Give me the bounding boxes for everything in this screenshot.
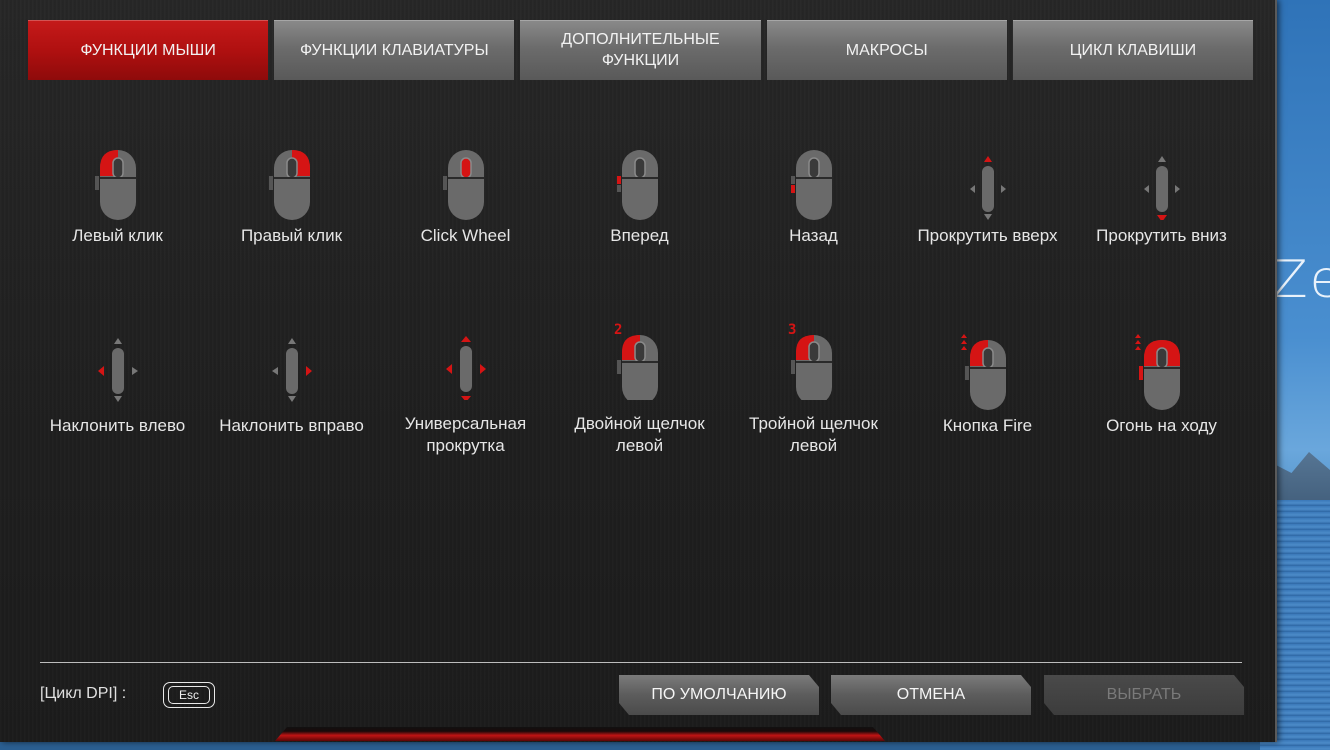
function-right-click[interactable]: Правый клик [204, 140, 379, 247]
footer-divider [40, 662, 1242, 663]
function-forward[interactable]: Вперед [552, 140, 727, 247]
function-label: Двойной щелчок левой [574, 414, 705, 455]
function-label: Левый клик [72, 226, 163, 245]
cancel-button[interactable]: ОТМЕНА [831, 675, 1031, 715]
mouse-function-dialog: ФУНКЦИИ МЫШИ ФУНКЦИИ КЛАВИАТУРЫ ДОПОЛНИТ… [0, 0, 1277, 742]
scroll-up-icon [969, 156, 1006, 220]
function-label: Click Wheel [420, 226, 511, 245]
tab-keyboard-functions[interactable]: ФУНКЦИИ КЛАВИАТУРЫ [274, 20, 515, 80]
tab-bar: ФУНКЦИИ МЫШИ ФУНКЦИИ КЛАВИАТУРЫ ДОПОЛНИТ… [28, 20, 1254, 80]
function-label: Наклонить влево [49, 416, 186, 435]
mouse-right-click-icon [268, 150, 310, 220]
mouse-function-grid: Левый клик Правый клик Click Wheel Впере… [30, 140, 1250, 500]
function-label: Кнопка Fire [942, 416, 1033, 435]
function-label: Огонь на ходу [1106, 416, 1217, 435]
function-scroll-up[interactable]: Прокрутить вверх [900, 140, 1075, 247]
function-label: Тройной щелчок левой [749, 414, 878, 455]
tab-key-cycle[interactable]: ЦИКЛ КЛАВИШИ [1012, 20, 1254, 80]
fire-button-icon [960, 334, 1006, 410]
mouse-forward-icon [616, 150, 658, 220]
tab-macros[interactable]: МАКРОСЫ [766, 20, 1007, 80]
select-button[interactable]: ВЫБРАТЬ [1044, 675, 1244, 715]
function-fire-on-move[interactable]: Огонь на ходу [1074, 330, 1249, 437]
function-left-click[interactable]: Левый клик [30, 140, 205, 247]
function-label: Наклонить вправо [219, 416, 364, 435]
tilt-left-icon [97, 338, 138, 402]
default-button[interactable]: ПО УМОЛЧАНИЮ [619, 675, 819, 715]
function-triple-click[interactable]: 3 Тройной щелчок левой [726, 320, 901, 457]
function-tilt-right[interactable]: Наклонить вправо [204, 330, 379, 437]
click-count-badge: 3 [788, 322, 796, 338]
function-scroll-down[interactable]: Прокрутить вниз [1074, 140, 1249, 247]
fire-on-move-icon [1134, 334, 1180, 410]
function-back[interactable]: Назад [726, 140, 901, 247]
dpi-cycle-label: [Цикл DPI] : [40, 685, 127, 702]
function-click-wheel[interactable]: Click Wheel [378, 140, 553, 247]
scroll-down-icon [1143, 156, 1180, 222]
dpi-cycle-key-binding[interactable]: Esc [163, 682, 215, 708]
mouse-wheel-click-icon [442, 150, 484, 220]
click-count-badge: 2 [614, 322, 622, 338]
function-label: Прокрутить вниз [1096, 226, 1227, 245]
mouse-left-click-icon [94, 150, 136, 220]
bottom-accent-bar [275, 727, 885, 741]
universal-scroll-icon [445, 336, 486, 402]
function-fire-button[interactable]: Кнопка Fire [900, 330, 1075, 437]
function-label: Правый клик [240, 226, 343, 245]
function-label: Универсальная прокрутка [404, 414, 527, 455]
double-click-icon: 2 [614, 322, 658, 405]
function-double-click[interactable]: 2 Двойной щелчок левой [552, 320, 727, 457]
tab-additional-functions[interactable]: ДОПОЛНИТЕЛЬНЫЕ ФУНКЦИИ [520, 20, 761, 80]
function-tilt-left[interactable]: Наклонить влево [30, 330, 205, 437]
tab-mouse-functions[interactable]: ФУНКЦИИ МЫШИ [28, 20, 269, 80]
triple-click-icon: 3 [788, 322, 832, 405]
function-universal-scroll[interactable]: Универсальная прокрутка [378, 320, 553, 457]
mouse-back-icon [790, 150, 832, 220]
esc-key-label: Esc [168, 686, 210, 704]
desktop-background-text: Ze [1272, 250, 1330, 310]
function-label: Прокрутить вверх [917, 226, 1058, 245]
tilt-right-icon [271, 338, 312, 402]
function-label: Назад [789, 226, 838, 245]
function-label: Вперед [610, 226, 669, 245]
